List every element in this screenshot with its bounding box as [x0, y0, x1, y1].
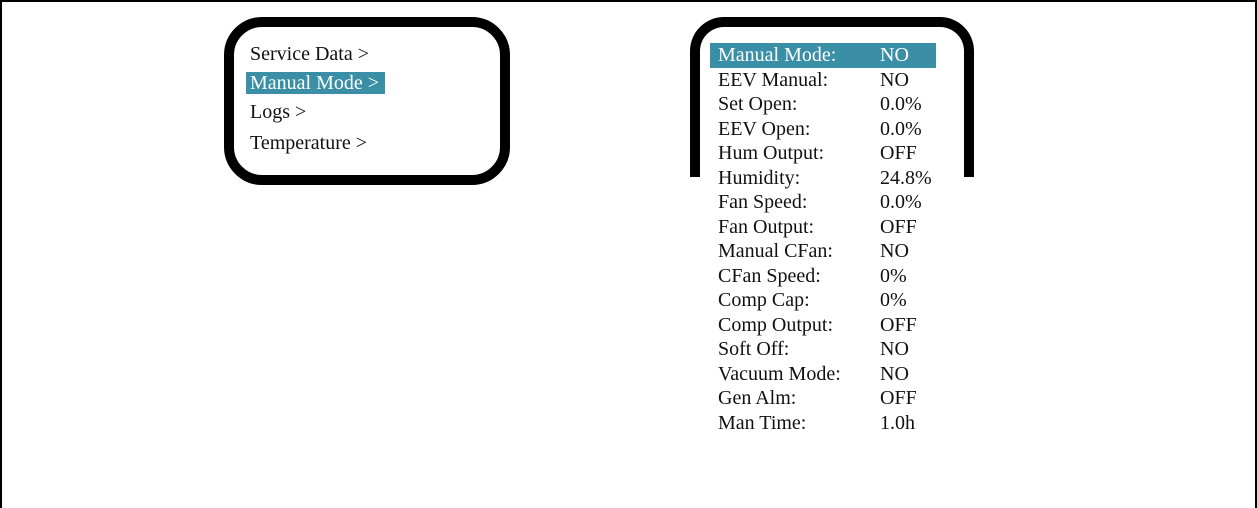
menu-item-service-data[interactable]: Service Data >: [246, 40, 385, 69]
param-value: NO: [880, 68, 909, 91]
menu-item-label: Manual Mode >: [246, 72, 386, 94]
menu-item-label: Service Data >: [250, 43, 370, 65]
param-row-eev-open[interactable]: EEV Open: 0.0%: [710, 117, 940, 142]
param-row-man-time[interactable]: Man Time: 1.0h: [710, 411, 940, 436]
param-value: NO: [880, 362, 909, 385]
param-row-comp-output[interactable]: Comp Output: OFF: [710, 313, 940, 338]
param-name: EEV Manual:: [718, 68, 829, 91]
param-row-manual-cfan[interactable]: Manual CFan: NO: [710, 239, 940, 264]
menu-item-label: Temperature >: [250, 132, 368, 154]
figure-frame: [0, 0, 1257, 508]
param-row-humidity[interactable]: Humidity: 24.8%: [710, 166, 940, 191]
param-value: NO: [880, 44, 909, 66]
param-name: Set Open:: [718, 93, 798, 115]
param-row-manual-mode[interactable]: Manual Mode: NO: [710, 43, 936, 68]
param-name: Comp Cap:: [718, 289, 810, 311]
param-value: 0%: [880, 264, 907, 287]
param-row-eev-manual[interactable]: EEV Manual: NO: [710, 68, 940, 93]
param-name: CFan Speed:: [718, 264, 821, 287]
param-name: Manual Mode:: [718, 44, 837, 66]
param-row-gen-alm[interactable]: Gen Alm: OFF: [710, 386, 940, 411]
main-menu: Service Data > Manual Mode > Logs > Temp…: [246, 40, 386, 158]
param-row-comp-cap[interactable]: Comp Cap: 0%: [710, 288, 940, 313]
param-name: Hum Output:: [718, 142, 825, 164]
param-value: 0%: [880, 289, 907, 311]
menu-item-label: Logs >: [250, 101, 307, 123]
param-name: Humidity:: [718, 166, 801, 189]
param-value: OFF: [880, 313, 917, 336]
menu-item-manual-mode[interactable]: Manual Mode >: [246, 69, 386, 98]
param-value: 24.8%: [880, 166, 932, 189]
param-row-fan-speed[interactable]: Fan Speed: 0.0%: [710, 190, 940, 215]
param-name: Gen Alm:: [718, 387, 797, 409]
param-row-soft-off[interactable]: Soft Off: NO: [710, 337, 940, 362]
param-value: NO: [880, 240, 909, 262]
param-name: Manual CFan:: [718, 240, 833, 262]
param-name: EEV Open:: [718, 117, 811, 140]
param-name: Comp Output:: [718, 313, 834, 336]
param-row-hum-output[interactable]: Hum Output: OFF: [710, 141, 940, 166]
param-name: Man Time:: [718, 411, 807, 434]
menu-item-temperature[interactable]: Temperature >: [246, 129, 385, 158]
param-name: Fan Output:: [718, 215, 815, 238]
param-name: Fan Speed:: [718, 191, 808, 213]
param-value: 0.0%: [880, 93, 922, 115]
menu-item-logs[interactable]: Logs >: [246, 98, 385, 127]
param-value: OFF: [880, 387, 917, 409]
param-value: NO: [880, 338, 909, 360]
param-value: OFF: [880, 215, 917, 238]
param-name: Vacuum Mode:: [718, 362, 841, 385]
param-value: OFF: [880, 142, 917, 164]
param-value: 1.0h: [880, 411, 915, 434]
param-value: 0.0%: [880, 117, 922, 140]
param-row-fan-output[interactable]: Fan Output: OFF: [710, 215, 940, 240]
param-value: 0.0%: [880, 191, 922, 213]
param-row-cfan-speed[interactable]: CFan Speed: 0%: [710, 264, 940, 289]
param-name: Soft Off:: [718, 338, 790, 360]
manual-mode-list: Manual Mode: NO EEV Manual: NO Set Open: 0.0%…: [710, 43, 940, 435]
param-row-vacuum-mode[interactable]: Vacuum Mode: NO: [710, 362, 940, 387]
param-row-set-open[interactable]: Set Open: 0.0%: [710, 92, 940, 117]
